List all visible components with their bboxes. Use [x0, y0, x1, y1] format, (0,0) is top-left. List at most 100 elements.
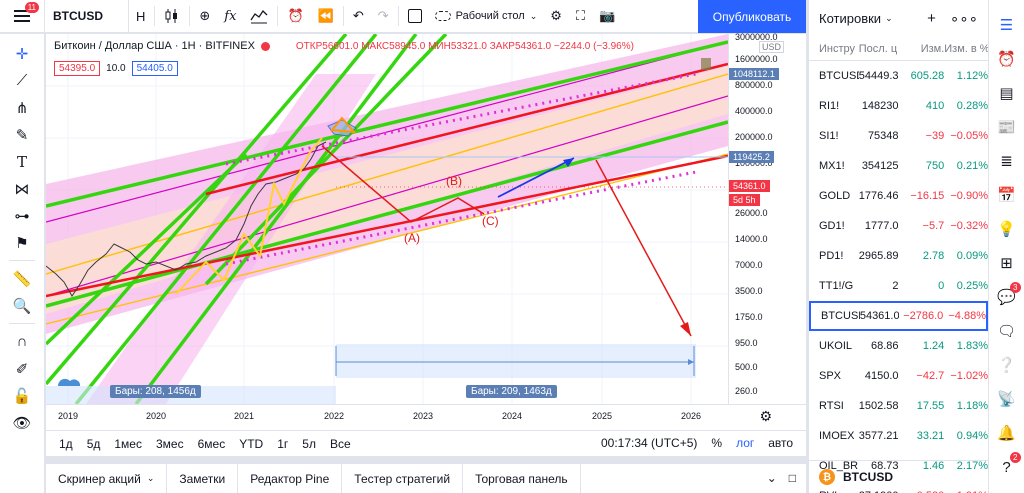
lock-tool[interactable]: 🔓: [7, 382, 37, 409]
percent-scale-toggle[interactable]: %: [711, 436, 722, 450]
data-window-toggle[interactable]: ▤: [993, 76, 1021, 110]
collapse-icon[interactable]: ⌄: [767, 471, 777, 485]
currency-label[interactable]: USD: [759, 41, 785, 53]
publish-button[interactable]: Опубликовать: [698, 0, 806, 33]
date-range-box-right[interactable]: [336, 344, 696, 378]
range-3m[interactable]: 3мес: [149, 437, 191, 451]
calendar-toggle[interactable]: 📅: [993, 178, 1021, 212]
maximize-icon[interactable]: □: [789, 471, 796, 485]
watchlist-row[interactable]: GD1! 1777.0 −5.7 −0.32%: [809, 211, 988, 241]
interval-button[interactable]: H: [129, 0, 152, 33]
hotlists-toggle[interactable]: ≣: [993, 144, 1021, 178]
alert-button[interactable]: ⏰: [280, 0, 310, 33]
stay-drawing-tool[interactable]: ✐: [7, 355, 37, 382]
bars-range-right-label[interactable]: Бары: 209, 1463д: [466, 385, 557, 398]
indicators-button[interactable]: fx: [217, 0, 243, 33]
symbol-search-button[interactable]: BTCUSD: [45, 0, 129, 33]
sell-button[interactable]: 54395.0: [54, 61, 101, 76]
magnet-tool[interactable]: ∩: [7, 328, 37, 355]
snapshot-button[interactable]: 📷: [592, 0, 622, 33]
wave-label-c[interactable]: (C): [482, 214, 499, 228]
price-scale[interactable]: USD 3000000.0 1600000.0 800000.0 400000.…: [728, 32, 806, 404]
brush-tool[interactable]: ✎: [7, 121, 37, 148]
icons-tool[interactable]: ⚑: [7, 229, 37, 256]
trendline-tool[interactable]: ⟋: [7, 67, 37, 94]
buy-button[interactable]: 54405.0: [131, 61, 178, 76]
more-icon[interactable]: ∘∘∘: [950, 10, 978, 28]
replay-button[interactable]: ⏪: [311, 0, 341, 33]
ideas-toggle[interactable]: 💡: [993, 212, 1021, 246]
help-center-toggle[interactable]: ? 2: [993, 450, 1021, 484]
undo-button[interactable]: ↶: [346, 0, 371, 33]
range-1d[interactable]: 1д: [52, 437, 80, 451]
add-symbol-icon[interactable]: +: [927, 10, 936, 27]
col-change-pct[interactable]: Изм. в %: [944, 43, 988, 55]
clock-display[interactable]: 00:17:34 (UTC+5): [601, 436, 697, 450]
fullscreen-layout-button[interactable]: [401, 0, 429, 33]
log-scale-toggle[interactable]: лог: [736, 436, 754, 450]
zoom-tool[interactable]: 🔍: [7, 292, 37, 319]
range-5y[interactable]: 5л: [295, 437, 323, 451]
symbol-details-header[interactable]: ₿ BTCUSD: [809, 460, 989, 493]
watchlist-row[interactable]: MX1! 354125 750 0.21%: [809, 151, 988, 181]
watchlist-row[interactable]: BTCUSD54361.0 −2786.0 −4.88%: [809, 301, 988, 331]
help-toggle[interactable]: ❔: [993, 348, 1021, 382]
watchlist-row[interactable]: BTCUSD54449.3 605.28 1.12%: [809, 61, 988, 91]
notifications-toggle[interactable]: 🔔: [993, 416, 1021, 450]
col-change[interactable]: Изм.: [899, 43, 945, 55]
col-symbol[interactable]: Инстру: [819, 43, 859, 55]
range-1m[interactable]: 1мес: [107, 437, 149, 451]
tab-strategy-tester[interactable]: Тестер стратегий: [342, 463, 464, 493]
watchlist-title-button[interactable]: Котировки ⌄: [819, 11, 913, 26]
crosshair-tool[interactable]: ✛: [7, 40, 37, 67]
range-ytd[interactable]: YTD: [232, 437, 270, 451]
watchlist-row[interactable]: UKOIL 68.86 1.24 1.83%: [809, 331, 988, 361]
watchlist-row[interactable]: PD1! 2965.89 2.78 0.09%: [809, 241, 988, 271]
redo-button[interactable]: ↷: [371, 0, 396, 33]
gear-icon[interactable]: ⚙: [759, 408, 772, 425]
tab-notes[interactable]: Заметки: [167, 463, 239, 493]
chart-pane[interactable]: Биткоин / Доллар США · 1Н · BITFINEX ОТК…: [46, 34, 728, 404]
range-all[interactable]: Все: [323, 437, 358, 451]
broadcast-toggle[interactable]: 📡: [993, 382, 1021, 416]
fib-tool[interactable]: ⋔: [7, 94, 37, 121]
hide-tool[interactable]: 👁: [7, 409, 37, 436]
chart-drawing-canvas[interactable]: [46, 34, 728, 404]
workspace-button[interactable]: Рабочий стол ⌄: [429, 10, 544, 22]
news-toggle[interactable]: 📰: [993, 110, 1021, 144]
watchlist-row[interactable]: RI1! 148230 410 0.28%: [809, 91, 988, 121]
chats-toggle[interactable]: 💬 3: [993, 280, 1021, 314]
col-last[interactable]: Посл. ц: [859, 43, 899, 55]
time-scale[interactable]: 2019 2020 2021 2022 2023 2024 2025 2026 …: [46, 404, 806, 430]
compare-symbol-button[interactable]: ⊕: [192, 0, 217, 33]
tab-pine-editor[interactable]: Редактор Pine: [238, 463, 343, 493]
settings-button[interactable]: ⚙: [543, 0, 569, 33]
alerts-toggle[interactable]: ⏰: [993, 42, 1021, 76]
bars-range-left-label[interactable]: Бары: 208, 1456д: [110, 385, 201, 398]
prediction-tool[interactable]: ⊶: [7, 202, 37, 229]
pattern-tool[interactable]: ⋈: [7, 175, 37, 202]
range-5d[interactable]: 5д: [80, 437, 108, 451]
range-6m[interactable]: 6мес: [191, 437, 233, 451]
tab-stock-screener[interactable]: Скринер акций ⌄: [46, 463, 168, 493]
private-chats-toggle[interactable]: 🗨: [993, 314, 1021, 348]
projection-down-path[interactable]: [595, 159, 692, 337]
text-tool[interactable]: T: [7, 148, 37, 175]
streams-toggle[interactable]: ⊞: [993, 246, 1021, 280]
range-1y[interactable]: 1г: [270, 437, 295, 451]
fullscreen-button[interactable]: ⛶: [569, 0, 592, 33]
watchlist-row[interactable]: IMOEX 3577.21 33.21 0.94%: [809, 421, 988, 451]
watchlist-row[interactable]: SPX 4150.0 −42.7 −1.02%: [809, 361, 988, 391]
watchlist-row[interactable]: TT1!/G 2 0 0.25%: [809, 271, 988, 301]
wave-label-b[interactable]: (B): [446, 174, 462, 188]
templates-button[interactable]: [243, 0, 275, 33]
watchlist-row[interactable]: RTSI 1502.58 17.55 1.18%: [809, 391, 988, 421]
watchlist-toggle[interactable]: ☰: [993, 8, 1021, 42]
main-menu-button[interactable]: 11: [0, 0, 45, 33]
measure-tool[interactable]: 📏: [7, 265, 37, 292]
tab-trading-panel[interactable]: Торговая панель: [463, 463, 581, 493]
chart-type-button[interactable]: [157, 0, 187, 33]
watchlist-row[interactable]: GOLD 1776.46 −16.15 −0.90%: [809, 181, 988, 211]
wave-label-a[interactable]: (A): [404, 231, 420, 245]
auto-scale-toggle[interactable]: авто: [768, 436, 793, 450]
